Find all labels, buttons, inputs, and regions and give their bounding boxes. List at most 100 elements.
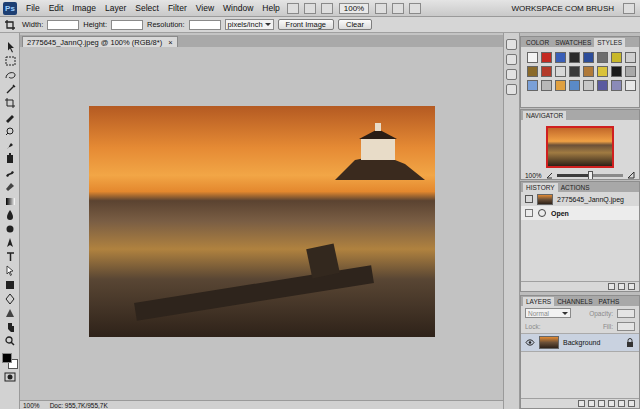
bridge-icon[interactable] <box>287 3 299 14</box>
history-snapshot[interactable]: 2775645_JannQ.jpeg <box>521 192 639 206</box>
style-swatch[interactable] <box>625 66 636 77</box>
menu-item[interactable]: Window <box>219 2 257 14</box>
panel-tab[interactable]: PATHS <box>596 297 623 306</box>
foreground-color[interactable] <box>2 353 12 363</box>
option-button[interactable]: Clear <box>338 19 372 30</box>
opacity-field[interactable] <box>617 309 635 318</box>
panel-tab[interactable]: CHANNELS <box>554 297 595 306</box>
style-swatch[interactable] <box>583 52 594 63</box>
tool-button[interactable] <box>3 265 17 277</box>
menu-item[interactable]: View <box>192 2 218 14</box>
tool-button[interactable] <box>3 251 17 263</box>
units-dropdown[interactable]: pixels/inch <box>225 19 274 30</box>
tool-button[interactable] <box>3 83 17 95</box>
panel-tab[interactable]: SWATCHES <box>552 38 594 47</box>
style-swatch[interactable] <box>611 52 622 63</box>
panel-icon[interactable] <box>506 84 517 95</box>
panel-icon[interactable] <box>506 54 517 65</box>
minimize-icon[interactable] <box>623 3 635 14</box>
close-button[interactable]: × <box>168 38 172 47</box>
slider-thumb[interactable] <box>588 171 593 180</box>
style-swatch[interactable] <box>541 66 552 77</box>
panel-tab[interactable]: ACTIONS <box>558 183 593 192</box>
blend-mode-dropdown[interactable]: Normal <box>525 308 571 318</box>
height-field[interactable] <box>111 20 143 30</box>
grid-icon[interactable] <box>375 3 387 14</box>
history-step[interactable]: Open <box>521 206 639 220</box>
menu-item[interactable]: Help <box>258 2 283 14</box>
panel-tab[interactable]: LAYERS <box>523 297 554 306</box>
style-swatch[interactable] <box>541 52 552 63</box>
style-swatch[interactable] <box>541 80 552 91</box>
panel-tab[interactable]: HISTORY <box>523 183 558 192</box>
tool-button[interactable] <box>3 335 17 347</box>
panel-action-icon[interactable] <box>578 400 585 407</box>
menu-item[interactable]: Image <box>68 2 100 14</box>
quick-mask-button[interactable] <box>3 371 17 383</box>
panel-tab[interactable]: STYLES <box>594 38 625 47</box>
panel-action-icon[interactable] <box>598 400 605 407</box>
navigator-zoom-value[interactable]: 100% <box>525 172 542 179</box>
menu-item[interactable]: Filter <box>164 2 191 14</box>
style-swatch[interactable] <box>569 80 580 91</box>
visibility-toggle[interactable] <box>525 338 535 348</box>
tool-button[interactable] <box>3 279 17 291</box>
workspace-switcher[interactable]: WORKSPACE COM BRUSH <box>505 4 620 13</box>
zoom-dropdown[interactable]: 100% <box>339 3 369 14</box>
style-swatch[interactable] <box>597 80 608 91</box>
style-swatch[interactable] <box>597 52 608 63</box>
tool-button[interactable] <box>3 97 17 109</box>
panel-action-icon[interactable] <box>628 283 635 290</box>
panel-action-icon[interactable] <box>608 283 615 290</box>
panel-tab[interactable]: COLOR <box>523 38 552 47</box>
tool-button[interactable] <box>3 195 17 207</box>
style-swatch[interactable] <box>583 66 594 77</box>
zoom-slider[interactable] <box>557 174 623 177</box>
tool-button[interactable] <box>3 125 17 137</box>
style-swatch[interactable] <box>569 66 580 77</box>
tool-button[interactable] <box>3 321 17 333</box>
tool-button[interactable] <box>3 69 17 81</box>
mini-bridge-icon[interactable] <box>304 3 316 14</box>
style-swatch[interactable] <box>611 80 622 91</box>
tool-button[interactable] <box>3 41 17 53</box>
panel-action-icon[interactable] <box>618 400 625 407</box>
tool-button[interactable] <box>3 55 17 67</box>
panel-action-icon[interactable] <box>588 400 595 407</box>
tool-button[interactable] <box>3 153 17 165</box>
panel-icon[interactable] <box>506 69 517 80</box>
style-swatch[interactable] <box>527 80 538 91</box>
style-swatch[interactable] <box>625 80 636 91</box>
style-swatch[interactable] <box>611 66 622 77</box>
menu-item[interactable]: Edit <box>45 2 68 14</box>
color-swatches[interactable] <box>2 353 18 369</box>
resolution-field[interactable] <box>189 20 221 30</box>
tool-button[interactable] <box>3 307 17 319</box>
style-swatch[interactable] <box>527 66 538 77</box>
tool-button[interactable] <box>3 293 17 305</box>
width-field[interactable] <box>47 20 79 30</box>
document-tab[interactable]: 2775645_JannQ.jpeg @ 100% (RGB/8*)× <box>22 36 178 47</box>
panel-action-icon[interactable] <box>628 400 635 407</box>
panel-tab[interactable]: NAVIGATOR <box>523 111 566 120</box>
tool-button[interactable] <box>3 237 17 249</box>
fill-field[interactable] <box>617 322 635 331</box>
tool-button[interactable] <box>3 167 17 179</box>
layer-row[interactable]: Background <box>521 333 639 352</box>
panel-action-icon[interactable] <box>608 400 615 407</box>
style-swatch[interactable] <box>583 80 594 91</box>
style-swatch[interactable] <box>597 66 608 77</box>
panel-action-icon[interactable] <box>618 283 625 290</box>
style-swatch[interactable] <box>625 52 636 63</box>
tool-button[interactable] <box>3 139 17 151</box>
menu-item[interactable]: File <box>22 2 44 14</box>
style-swatch[interactable] <box>555 66 566 77</box>
hand-icon[interactable] <box>321 3 333 14</box>
style-swatch[interactable] <box>569 52 580 63</box>
tool-button[interactable] <box>3 181 17 193</box>
style-swatch[interactable] <box>555 52 566 63</box>
document-image[interactable] <box>89 106 435 337</box>
tool-button[interactable] <box>3 111 17 123</box>
navigator-preview[interactable] <box>546 126 614 168</box>
menu-item[interactable]: Layer <box>101 2 130 14</box>
